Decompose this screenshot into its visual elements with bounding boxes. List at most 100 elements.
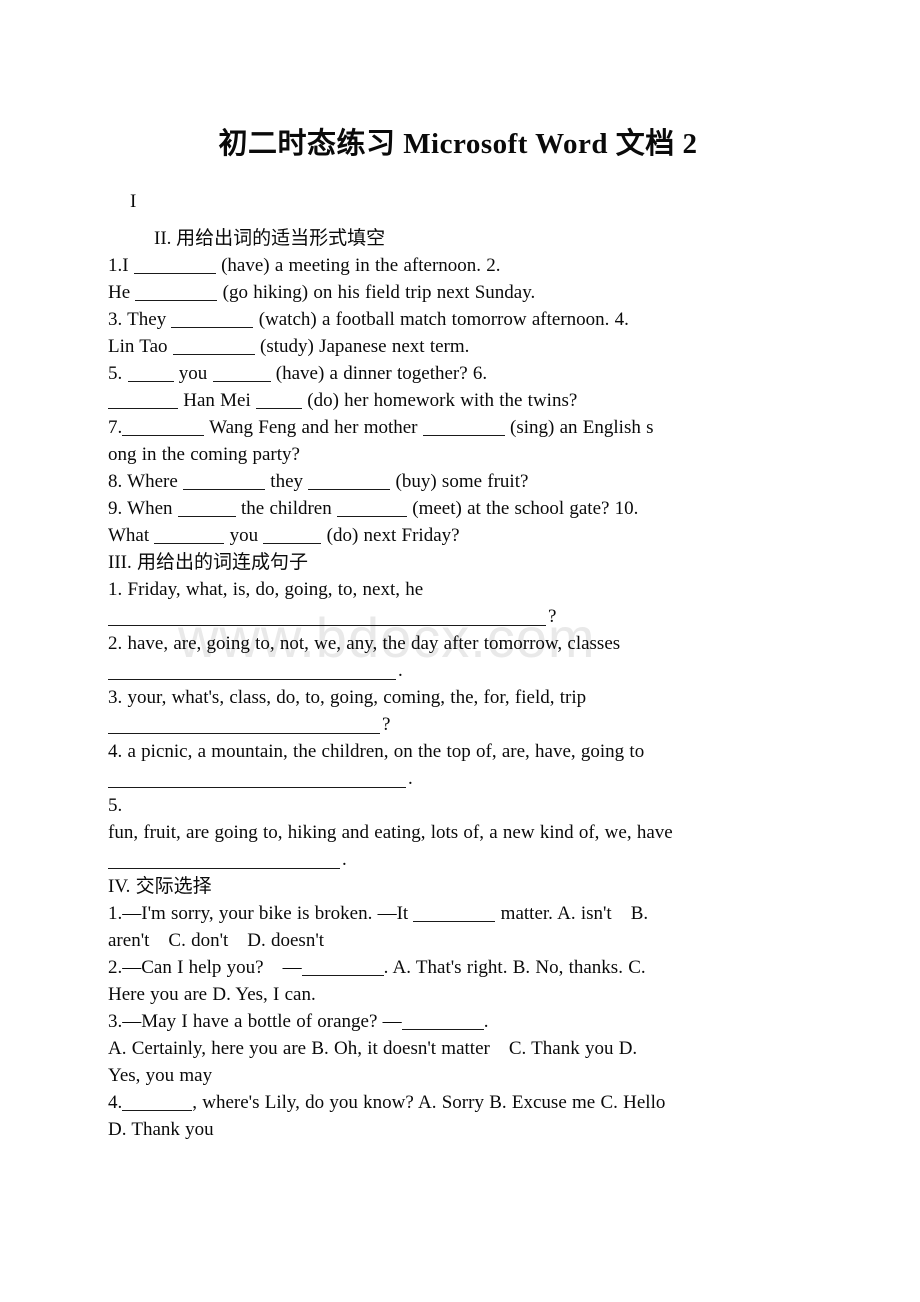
section-label-1: I	[130, 191, 137, 213]
line-text: you	[224, 525, 264, 547]
section-heading-4: IV. 交际选择	[108, 876, 212, 898]
answer-line: ?	[108, 603, 808, 630]
fill-blank[interactable]	[133, 259, 216, 275]
fill-blank[interactable]	[413, 907, 496, 923]
choice-question: 3.—May I have a bottle of orange? —.	[108, 1008, 808, 1035]
answer-terminator: .	[398, 660, 403, 682]
line-text: 7.	[108, 417, 123, 439]
line-text: (buy) some fruit?	[390, 471, 529, 493]
fill-blank[interactable]	[301, 961, 384, 977]
answer-terminator: ?	[382, 714, 391, 736]
fill-blank[interactable]	[154, 529, 225, 545]
line-text: Han Mei	[178, 390, 257, 412]
fill-blank[interactable]	[263, 529, 322, 545]
exercise-line: 5. you (have) a dinner together? 6.	[108, 360, 808, 387]
fill-blank[interactable]	[171, 313, 254, 329]
fill-blank[interactable]	[108, 394, 178, 410]
answer-line: ?	[108, 711, 808, 738]
fill-blank[interactable]	[183, 475, 266, 491]
sentence-prompt-wrap: fun, fruit, are going to, hiking and eat…	[108, 822, 673, 844]
choice-options: A. Certainly, here you are B. Oh, it doe…	[108, 1038, 638, 1060]
section-heading-3: III. 用给出的词连成句子	[108, 552, 308, 574]
question-terminator: .	[483, 1011, 489, 1033]
line-text: the children	[235, 498, 337, 520]
answer-rule[interactable]	[108, 662, 396, 681]
fill-blank[interactable]	[177, 502, 236, 518]
fill-blank[interactable]	[122, 421, 205, 437]
answer-terminator: .	[408, 768, 413, 790]
choice-question: 1.—I'm sorry, your bike is broken. —It m…	[108, 900, 808, 927]
fill-blank[interactable]	[422, 421, 505, 437]
answer-line: .	[108, 846, 808, 873]
answer-line: .	[108, 765, 808, 792]
document-page: www.bdocx.com 初二时态练习 Microsoft Word 文档 2…	[0, 0, 920, 1302]
line-text: (go hiking) on his field trip next Sunda…	[217, 282, 536, 304]
line-text: (have) a dinner together? 6.	[270, 363, 488, 385]
line-text: (have) a meeting in the afternoon. 2.	[215, 255, 501, 277]
fill-blank[interactable]	[308, 475, 391, 491]
exercise-line: 8. Where they (buy) some fruit?	[108, 468, 808, 495]
answer-rule[interactable]	[108, 851, 340, 870]
line-text: (do) next Friday?	[321, 525, 460, 547]
fill-blank[interactable]	[135, 286, 218, 302]
answer-rule[interactable]	[108, 770, 406, 789]
answer-line: .	[108, 657, 808, 684]
choice-options: aren't C. don't D. doesn't	[108, 930, 325, 952]
line-text: 3. They	[108, 309, 172, 331]
answer-terminator: ?	[548, 606, 557, 628]
question-stem: 3.—May I have a bottle of orange? —	[108, 1011, 402, 1033]
choice-options: D. Thank you	[108, 1119, 214, 1141]
exercise-line: What you (do) next Friday?	[108, 522, 808, 549]
fill-blank[interactable]	[172, 340, 255, 356]
section-heading-2: II. 用给出词的适当形式填空	[154, 228, 386, 250]
sentence-prompt: 3. your, what's, class, do, to, going, c…	[108, 687, 587, 709]
choice-question: 4. , where's Lily, do you know? A. Sorry …	[108, 1089, 808, 1116]
fill-blank[interactable]	[127, 367, 174, 383]
question-stem: 1.—I'm sorry, your bike is broken. —It	[108, 903, 414, 925]
sentence-prompt: 1. Friday, what, is, do, going, to, next…	[108, 579, 424, 601]
question-options: . A. That's right. B. No, thanks. C.	[383, 957, 646, 979]
answer-terminator: .	[342, 849, 347, 871]
exercise-line: 1.I (have) a meeting in the afternoon. 2…	[108, 252, 808, 279]
line-text: (meet) at the school gate? 10.	[407, 498, 639, 520]
line-text: What	[108, 525, 155, 547]
line-text: 1.I	[108, 255, 134, 277]
fill-blank[interactable]	[212, 367, 271, 383]
page-title: 初二时态练习 Microsoft Word 文档 2	[218, 128, 698, 160]
exercise-line: Lin Tao (study) Japanese next term.	[108, 333, 808, 360]
sentence-prompt: 4. a picnic, a mountain, the children, o…	[108, 741, 645, 763]
exercise-line: He (go hiking) on his field trip next Su…	[108, 279, 808, 306]
choice-question: 2.—Can I help you? — . A. That's right. B…	[108, 954, 808, 981]
answer-rule[interactable]	[108, 608, 546, 627]
question-stem: 2.—Can I help you? —	[108, 957, 302, 979]
line-text: (sing) an English s	[504, 417, 654, 439]
document-content: 初二时态练习 Microsoft Word 文档 2 I II. 用给出词的适当…	[108, 126, 808, 1143]
line-text: 8. Where	[108, 471, 184, 493]
line-text: 5.	[108, 363, 128, 385]
exercise-line: 9. When the children (meet) at the schoo…	[108, 495, 808, 522]
line-text: 9. When	[108, 498, 178, 520]
exercise-line: Han Mei (do) her homework with the twins…	[108, 387, 808, 414]
fill-blank[interactable]	[122, 1096, 193, 1112]
line-text: Lin Tao	[108, 336, 173, 358]
sentence-prompt: 2. have, are, going to, not, we, any, th…	[108, 633, 621, 655]
question-options: matter. A. isn't B.	[495, 903, 649, 925]
line-text: you	[173, 363, 213, 385]
answer-rule[interactable]	[108, 716, 380, 735]
fill-blank[interactable]	[337, 502, 407, 518]
exercise-line: ong in the coming party?	[108, 444, 300, 466]
line-text: (watch) a football match tomorrow aftern…	[253, 309, 629, 331]
line-text: (do) her homework with the twins?	[302, 390, 578, 412]
fill-blank[interactable]	[256, 394, 303, 410]
line-text: (study) Japanese next term.	[254, 336, 470, 358]
question-stem: 4.	[108, 1092, 123, 1114]
choice-options-cont: Yes, you may	[108, 1065, 213, 1087]
exercise-line: 3. They (watch) a football match tomorro…	[108, 306, 808, 333]
sentence-prompt: 5.	[108, 795, 123, 817]
fill-blank[interactable]	[401, 1015, 484, 1031]
choice-options: Here you are D. Yes, I can.	[108, 984, 316, 1006]
line-text: He	[108, 282, 136, 304]
line-text: Wang Feng and her mother	[204, 417, 423, 439]
line-text: they	[265, 471, 309, 493]
